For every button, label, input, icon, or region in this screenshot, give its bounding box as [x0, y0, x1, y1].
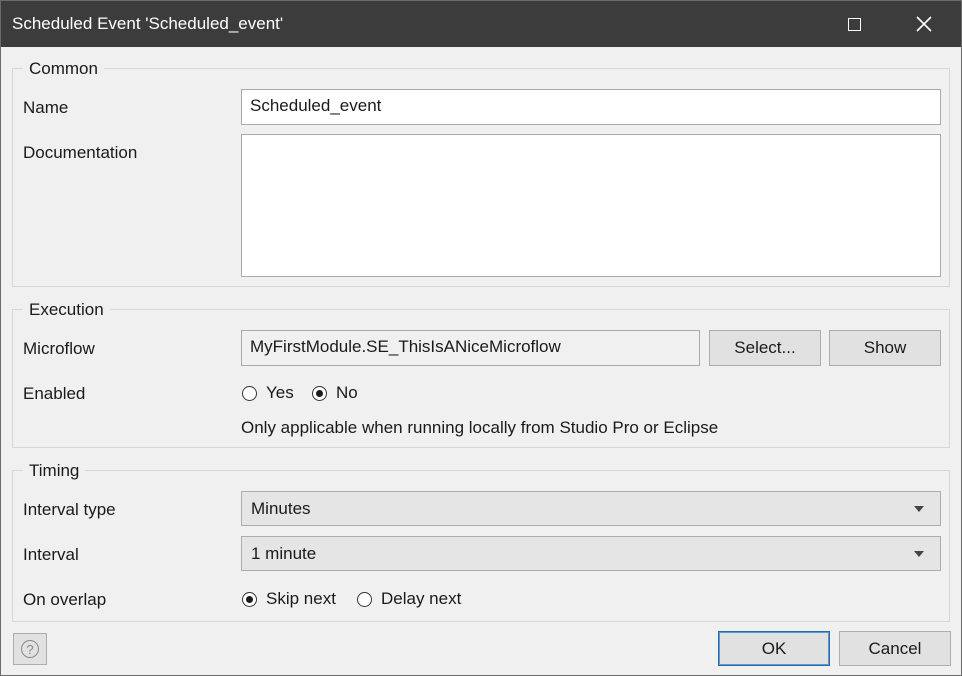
window-title: Scheduled Event 'Scheduled_event': [12, 14, 284, 33]
chevron-down-icon: [914, 551, 924, 557]
enabled-note: Only applicable when running locally fro…: [241, 418, 719, 437]
interval-type-dropdown[interactable]: Minutes: [241, 491, 941, 526]
name-label: Name: [23, 98, 69, 117]
documentation-label: Documentation: [23, 143, 138, 162]
interval-type-value: Minutes: [251, 499, 311, 518]
dialog-window: Scheduled Event 'Scheduled_event' Common…: [0, 0, 962, 676]
enabled-yes-radio[interactable]: Yes: [242, 383, 294, 403]
microflow-field[interactable]: MyFirstModule.SE_ThisIsANiceMicroflow: [241, 330, 700, 366]
common-legend: Common: [23, 59, 104, 79]
maximize-button[interactable]: [831, 1, 877, 47]
cancel-button[interactable]: Cancel: [839, 631, 951, 666]
microflow-label: Microflow: [23, 339, 95, 358]
enabled-label: Enabled: [23, 384, 86, 403]
interval-label: Interval: [23, 545, 79, 564]
enabled-yes-label: Yes: [266, 383, 294, 402]
select-microflow-button[interactable]: Select...: [709, 330, 821, 366]
help-icon: ?: [21, 640, 39, 658]
help-button[interactable]: ?: [13, 633, 47, 665]
interval-type-label: Interval type: [23, 500, 116, 519]
enabled-no-radio[interactable]: No: [312, 383, 358, 403]
radio-circle: [242, 385, 257, 401]
radio-dot: [246, 595, 253, 603]
ok-button[interactable]: OK: [718, 631, 830, 666]
title-bar: Scheduled Event 'Scheduled_event': [1, 1, 961, 47]
on-overlap-label: On overlap: [23, 590, 107, 609]
overlap-skip-next-label: Skip next: [266, 589, 336, 608]
interval-value: 1 minute: [251, 544, 317, 563]
overlap-delay-next-radio[interactable]: Delay next: [357, 589, 461, 609]
radio-circle: [357, 591, 372, 607]
documentation-textarea[interactable]: [241, 134, 941, 277]
overlap-delay-next-label: Delay next: [381, 589, 462, 608]
close-button[interactable]: [901, 1, 947, 47]
show-microflow-button[interactable]: Show: [829, 330, 941, 366]
enabled-no-label: No: [336, 383, 358, 402]
overlap-skip-next-radio[interactable]: Skip next: [242, 589, 336, 609]
maximize-icon: [847, 17, 861, 31]
radio-circle-selected: [242, 591, 257, 607]
radio-circle-selected: [312, 385, 327, 401]
close-icon: [916, 16, 932, 32]
execution-legend: Execution: [23, 300, 110, 320]
timing-legend: Timing: [23, 461, 86, 481]
chevron-down-icon: [914, 506, 924, 512]
name-input[interactable]: Scheduled_event: [241, 89, 941, 125]
interval-dropdown[interactable]: 1 minute: [241, 536, 941, 571]
radio-dot: [316, 389, 323, 397]
